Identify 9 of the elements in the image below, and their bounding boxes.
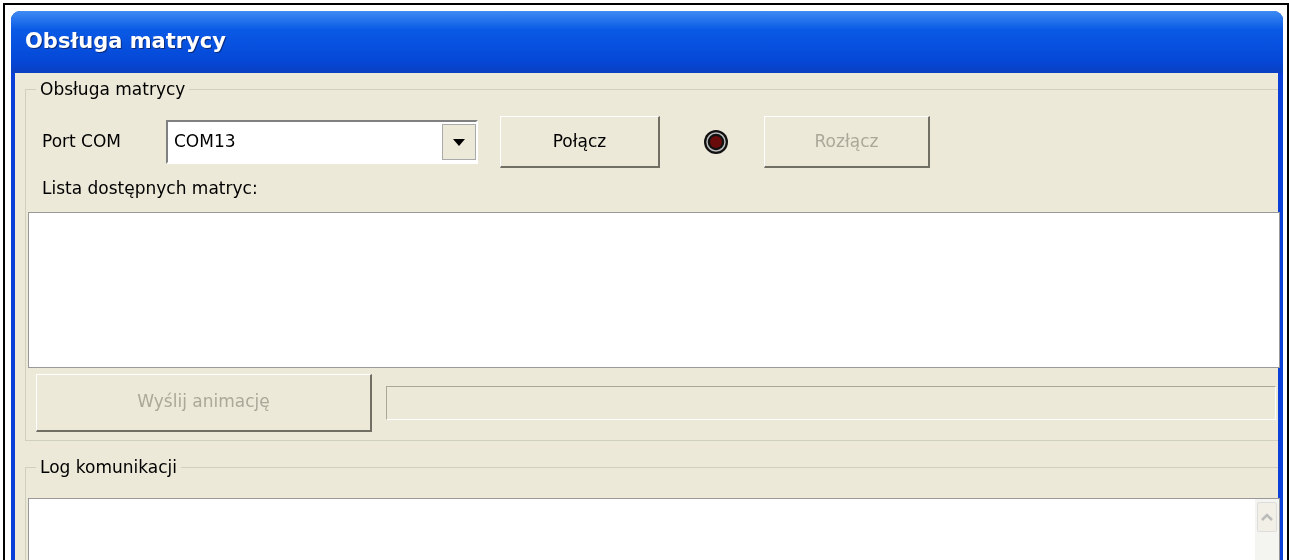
matrix-listbox[interactable] [28,211,1280,368]
list-label: Lista dostępnych matryc: [42,177,259,200]
scroll-up-button[interactable] [1257,501,1277,532]
dropdown-arrow-icon [453,138,465,146]
port-combo[interactable]: COM13 [166,120,478,164]
port-label: Port COM [42,130,123,154]
chevron-up-icon [1261,512,1273,521]
connect-button[interactable]: Połącz [500,116,660,168]
window-title: Obsługa matrycy [11,11,1283,73]
